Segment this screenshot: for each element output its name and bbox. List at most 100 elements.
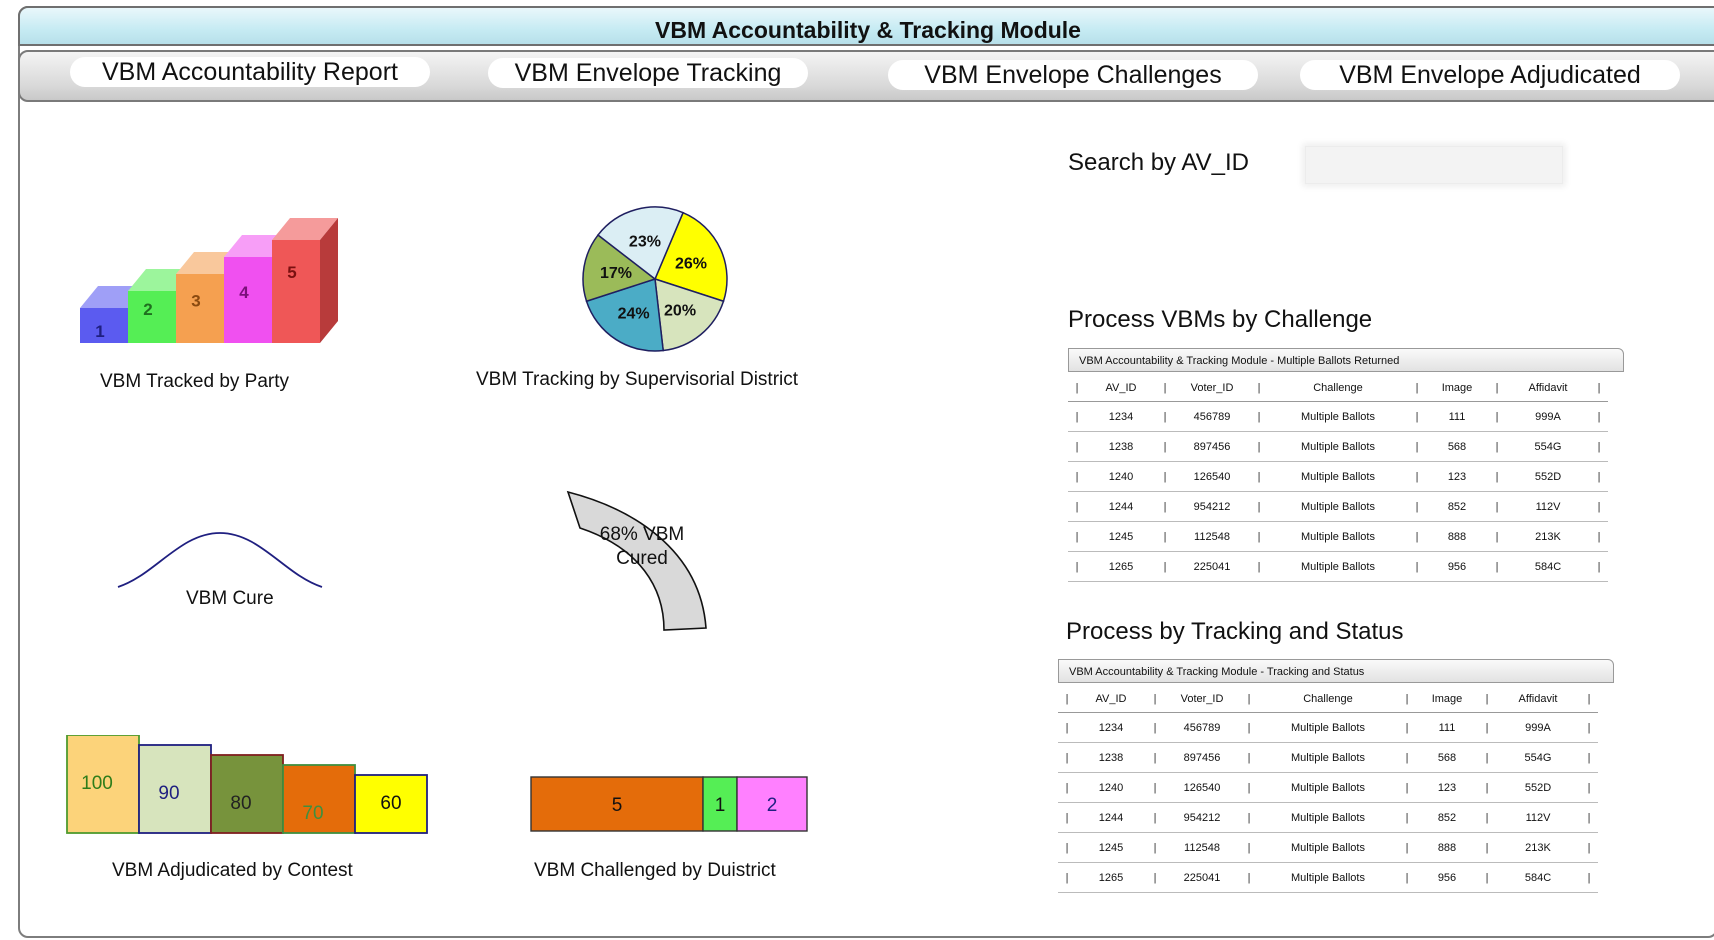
column-separator: | (1146, 742, 1164, 773)
column-separator: | (1250, 461, 1268, 492)
table-cell: 1234 (1086, 401, 1156, 432)
table-cell: 1265 (1086, 551, 1156, 582)
column-separator: | (1408, 461, 1426, 492)
column-separator: | (1156, 551, 1174, 582)
table-cell: 126540 (1174, 461, 1250, 492)
title-bar: VBM Accountability & Tracking Module (18, 6, 1714, 46)
column-header: Affidavit (1506, 374, 1590, 402)
party-bar (272, 240, 320, 343)
table-row[interactable]: | 1238 | 897456 | Multiple Ballots | 568 | 554G | (1068, 431, 1608, 462)
party-bar-side (320, 218, 338, 343)
challenge-grid[interactable]: VBM Accountability & Tracking Module - M… (1068, 348, 1624, 592)
tracking-grid[interactable]: VBM Accountability & Tracking Module - T… (1058, 659, 1614, 895)
pie-slice-label: 24% (618, 305, 650, 322)
tracking-table-header: Process by Tracking and Status (1066, 618, 1404, 645)
party-bar-label: 1 (95, 322, 104, 341)
table-cell: 552D (1506, 461, 1590, 492)
table-row[interactable]: | 1240 | 126540 | Multiple Ballots | 123 | 552D | (1058, 772, 1598, 803)
column-separator: | (1156, 521, 1174, 552)
table-cell: 999A (1496, 712, 1580, 743)
table-row[interactable]: | 1234 | 456789 | Multiple Ballots | 111 | 999A | (1058, 712, 1598, 743)
column-separator: | (1478, 742, 1496, 773)
column-separator: | (1408, 491, 1426, 522)
table-row[interactable]: | 1234 | 456789 | Multiple Ballots | 111 | 999A | (1068, 401, 1608, 432)
nav-bar: VBM Accountability Report VBM Envelope T… (18, 50, 1714, 102)
column-separator: | (1590, 521, 1608, 552)
column-separator: | (1156, 461, 1174, 492)
table-cell: 554G (1496, 742, 1580, 773)
column-separator: | (1488, 461, 1506, 492)
table-row[interactable]: | 1244 | 954212 | Multiple Ballots | 852 | 112V | (1068, 491, 1608, 522)
table-cell: 999A (1506, 401, 1590, 432)
column-separator: | (1488, 551, 1506, 582)
table-cell: 111 (1416, 712, 1478, 743)
district-pie-chart[interactable]: 26% 20% 24% 17% 23% (570, 194, 740, 364)
table-cell: 888 (1426, 521, 1488, 552)
nav-envelope-tracking[interactable]: VBM Envelope Tracking (488, 58, 808, 88)
column-separator: | (1240, 742, 1258, 773)
table-cell: 1245 (1076, 832, 1146, 863)
cure-curve-chart[interactable] (115, 525, 325, 595)
table-cell: 888 (1416, 832, 1478, 863)
column-separator: | (1590, 551, 1608, 582)
column-separator: | (1580, 802, 1598, 833)
table-row[interactable]: | 1245 | 112548 | Multiple Ballots | 888 | 213K | (1068, 521, 1608, 552)
nav-envelope-adjudicated[interactable]: VBM Envelope Adjudicated (1300, 60, 1680, 90)
column-separator: | (1240, 685, 1258, 713)
column-separator: | (1408, 374, 1426, 402)
column-header: Image (1416, 685, 1478, 713)
column-separator: | (1398, 712, 1416, 743)
adjudicated-chart-label: VBM Adjudicated by Contest (112, 860, 353, 881)
challenged-chart[interactable]: 5 1 2 (530, 775, 810, 835)
column-header: Affidavit (1496, 685, 1580, 713)
column-separator: | (1250, 401, 1268, 432)
column-separator: | (1058, 742, 1076, 773)
table-cell: 552D (1496, 772, 1580, 803)
nav-accountability-report[interactable]: VBM Accountability Report (70, 57, 430, 87)
column-separator: | (1488, 431, 1506, 462)
table-cell: 956 (1426, 551, 1488, 582)
nav-envelope-challenges[interactable]: VBM Envelope Challenges (888, 60, 1258, 90)
table-row[interactable]: | 1238 | 897456 | Multiple Ballots | 568 | 554G | (1058, 742, 1598, 773)
column-separator: | (1478, 802, 1496, 833)
adjudicated-chart[interactable]: 100 90 80 70 60 (66, 735, 436, 835)
table-cell: 897456 (1164, 742, 1240, 773)
column-separator: | (1580, 685, 1598, 713)
column-header: Challenge (1258, 685, 1398, 713)
table-row[interactable]: | 1245 | 112548 | Multiple Ballots | 888 | 213K | (1058, 832, 1598, 863)
column-separator: | (1156, 374, 1174, 402)
table-cell: 1238 (1086, 431, 1156, 462)
column-separator: | (1488, 374, 1506, 402)
table-row[interactable]: | 1265 | 225041 | Multiple Ballots | 956 | 584C | (1058, 862, 1598, 893)
table-header-row: | AV_ID | Voter_ID | Challenge | Image | Affidavi… (1058, 685, 1598, 713)
cured-gauge-line1: 68% VBM (600, 524, 684, 545)
table-cell: 112548 (1174, 521, 1250, 552)
table-cell: 568 (1416, 742, 1478, 773)
table-cell: 225041 (1164, 862, 1240, 893)
column-separator: | (1408, 431, 1426, 462)
table-cell: 126540 (1164, 772, 1240, 803)
challenged-bar-label: 1 (715, 795, 726, 816)
column-separator: | (1068, 521, 1086, 552)
party-chart[interactable]: 1 2 3 4 5 (80, 218, 360, 348)
column-separator: | (1068, 491, 1086, 522)
table-row[interactable]: | 1265 | 225041 | Multiple Ballots | 956 | 584C | (1068, 551, 1608, 582)
column-separator: | (1240, 832, 1258, 863)
column-separator: | (1478, 685, 1496, 713)
table-cell: 1245 (1086, 521, 1156, 552)
challenge-table: | AV_ID | Voter_ID | Challenge | Image | Affidavi… (1068, 374, 1608, 582)
column-separator: | (1250, 521, 1268, 552)
adjudicated-bar-label: 60 (380, 793, 401, 814)
column-separator: | (1398, 772, 1416, 803)
cure-chart-label: VBM Cure (186, 588, 274, 609)
table-row[interactable]: | 1244 | 954212 | Multiple Ballots | 852 | 112V | (1058, 802, 1598, 833)
table-cell: Multiple Ballots (1268, 491, 1408, 522)
column-header: AV_ID (1086, 374, 1156, 402)
table-row[interactable]: | 1240 | 126540 | Multiple Ballots | 123 | 552D | (1068, 461, 1608, 492)
search-input[interactable] (1305, 146, 1563, 184)
column-separator: | (1068, 401, 1086, 432)
cured-gauge[interactable]: 68% VBM Cured (560, 488, 720, 638)
column-separator: | (1068, 431, 1086, 462)
column-separator: | (1146, 802, 1164, 833)
column-separator: | (1250, 374, 1268, 402)
